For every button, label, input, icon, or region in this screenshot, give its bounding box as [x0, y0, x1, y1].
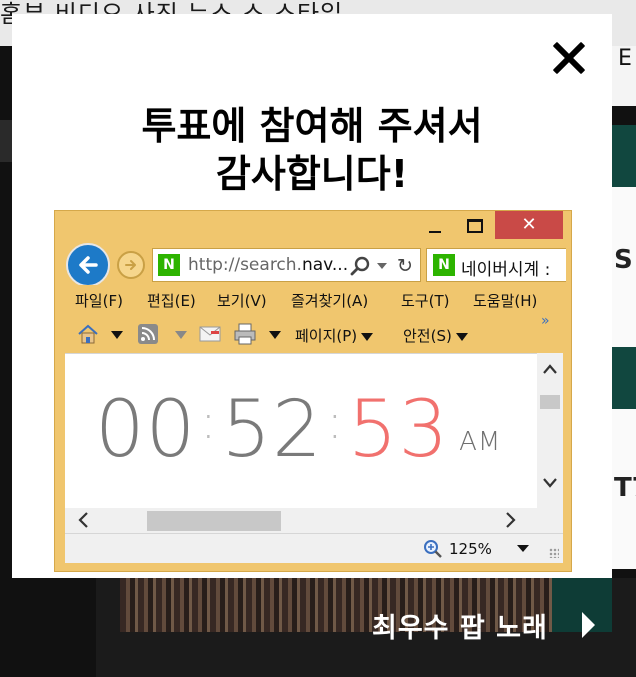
chevron-down-icon[interactable] — [377, 263, 387, 269]
chevron-down-icon — [361, 332, 374, 341]
best-pop-song-link[interactable]: 최우수 팝 노래 — [372, 606, 548, 645]
play-arrow-icon[interactable] — [582, 612, 595, 638]
browser-screenshot: ✕ N http://search.nav... ↻ N 네이버시계 : 파일(… — [54, 210, 572, 572]
page-content: 00:52:53 AM — [65, 353, 563, 533]
modal-title-line1: 투표에 참여해 주셔서 — [141, 104, 483, 148]
naver-logo-icon: N — [433, 254, 455, 276]
status-bar: 125% — [65, 533, 563, 563]
background-teal-band — [612, 125, 636, 187]
clock-ampm: AM — [459, 427, 502, 457]
modal-title: 투표에 참여해 주셔서 감사합니다! — [12, 102, 612, 198]
menu-file[interactable]: 파일(F) — [75, 290, 123, 311]
page-menu[interactable]: 페이지(P) — [295, 325, 374, 346]
menu-favorites[interactable]: 즐겨찾기(A) — [291, 290, 368, 311]
resize-grip-icon[interactable] — [549, 548, 559, 558]
refresh-icon[interactable]: ↻ — [397, 255, 413, 277]
menu-tools[interactable]: 도구(T) — [401, 290, 449, 311]
address-bar[interactable]: N http://search.nav... ↻ — [152, 248, 421, 282]
menu-view[interactable]: 보기(V) — [217, 290, 267, 311]
vertical-scrollbar[interactable] — [537, 353, 563, 508]
tab-title: 네이버시계 : — [461, 260, 551, 280]
background-text-fragment: E — [618, 46, 632, 71]
chevron-down-icon[interactable] — [517, 545, 529, 552]
vote-thanks-modal: 투표에 참여해 주셔서 감사합니다! ✕ N http://search.nav… — [12, 14, 612, 578]
close-icon[interactable] — [546, 36, 590, 80]
address-url[interactable]: http://search.nav... — [188, 255, 348, 275]
search-icon[interactable] — [349, 255, 371, 277]
background-left-strip — [0, 120, 12, 162]
scrollbar-corner — [537, 508, 563, 533]
background-right-card: S — [612, 187, 636, 347]
home-icon[interactable] — [77, 323, 99, 345]
scroll-thumb[interactable] — [540, 395, 560, 409]
clock-minutes: 52 — [221, 385, 323, 475]
menu-bar: 파일(F) 편집(E) 보기(V) 즐겨찾기(A) 도구(T) 도움말(H) — [65, 285, 563, 315]
back-button[interactable] — [66, 243, 110, 287]
minimize-icon[interactable] — [427, 217, 443, 237]
scroll-down-icon[interactable] — [542, 477, 558, 489]
back-arrow-icon — [79, 256, 98, 274]
background-text-fragment: T7 — [614, 473, 636, 503]
clock-seconds: 53 — [347, 385, 450, 475]
chevron-down-icon[interactable] — [269, 331, 281, 339]
background-right-card: T7 — [612, 409, 636, 569]
zoom-icon[interactable] — [423, 539, 443, 559]
naver-logo-icon: N — [158, 254, 180, 276]
chevron-down-icon[interactable] — [175, 331, 187, 339]
chevron-down-icon[interactable] — [111, 331, 123, 339]
background-right-panel: E — [612, 46, 636, 106]
mail-icon[interactable] — [199, 325, 221, 343]
maximize-icon[interactable] — [467, 219, 483, 233]
browser-tab[interactable]: N 네이버시계 : — [426, 248, 566, 282]
window-close-button[interactable]: ✕ — [495, 211, 563, 239]
zoom-level[interactable]: 125% — [449, 540, 492, 558]
forward-button[interactable] — [117, 251, 145, 279]
background-teal-band — [612, 347, 636, 409]
chevron-down-icon — [455, 332, 468, 341]
rss-feed-icon[interactable] — [137, 323, 159, 345]
scroll-up-icon[interactable] — [542, 363, 558, 375]
divider — [65, 353, 563, 354]
scroll-thumb[interactable] — [147, 511, 281, 531]
clock-display: 00:52:53 AM — [95, 385, 502, 475]
background-text-fragment: S — [614, 245, 633, 275]
scroll-left-icon[interactable] — [77, 511, 89, 529]
horizontal-scrollbar[interactable] — [65, 508, 537, 533]
command-bar: 페이지(P) 안전(S) » — [65, 313, 563, 351]
print-icon[interactable] — [233, 323, 257, 345]
forward-arrow-icon — [125, 260, 136, 270]
more-chevron-icon[interactable]: » — [541, 313, 550, 329]
clock-hours: 00 — [95, 385, 197, 475]
menu-edit[interactable]: 편집(E) — [147, 290, 196, 311]
safety-menu[interactable]: 안전(S) — [403, 325, 468, 346]
scroll-right-icon[interactable] — [505, 511, 517, 529]
modal-title-line2: 감사합니다! — [215, 152, 409, 196]
menu-help[interactable]: 도움말(H) — [473, 290, 537, 311]
